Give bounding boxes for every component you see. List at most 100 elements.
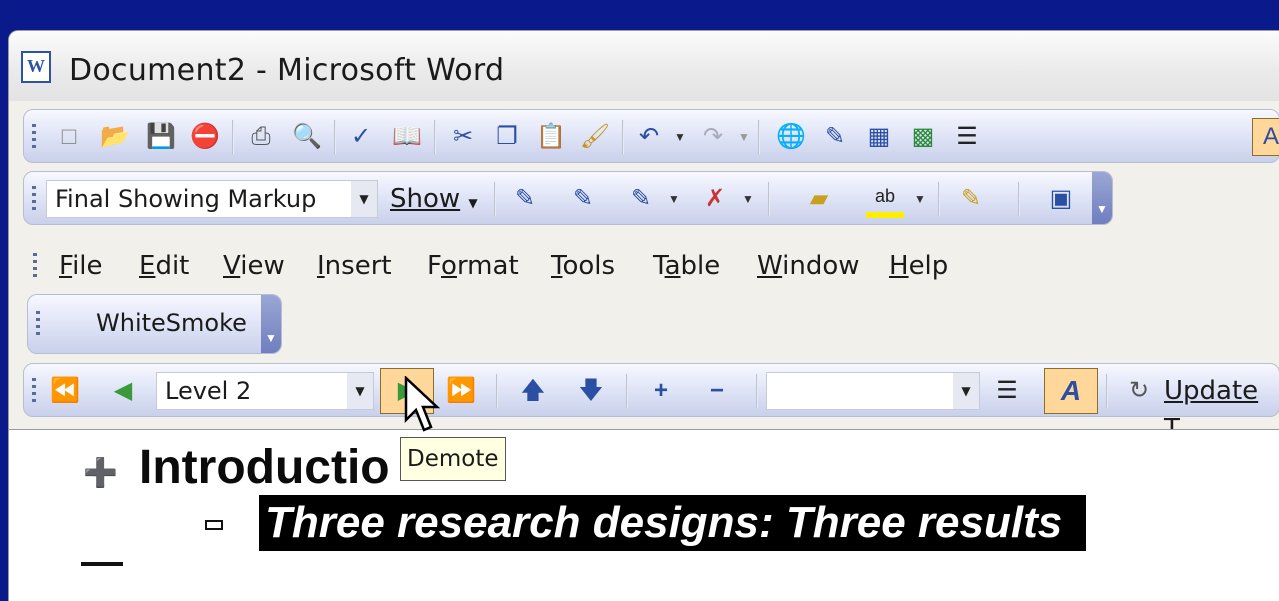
menu-format[interactable]: Format [427, 251, 519, 281]
menu-tools[interactable]: Tools [551, 251, 615, 281]
toolbar-separator [768, 182, 770, 216]
print-icon[interactable]: ⎙ [242, 118, 280, 156]
chevron-down-icon[interactable]: ▼ [347, 373, 373, 409]
chevron-down-icon[interactable]: ▼ [351, 181, 377, 217]
menu-edit[interactable]: Edit [139, 251, 189, 281]
move-up-icon[interactable]: 🡅 [514, 372, 552, 410]
menu-bar: File Edit View Insert Format Tools Table… [33, 241, 1273, 291]
toolbar-separator [756, 374, 758, 408]
show-button[interactable]: Show ▼ [390, 180, 478, 218]
accept-change-icon[interactable]: ✎ [622, 180, 660, 218]
highlight-icon[interactable]: ab [866, 180, 904, 218]
show-formatting-icon[interactable]: A [1044, 368, 1098, 414]
display-for-review-combo[interactable]: Final Showing Markup ▼ [46, 180, 378, 218]
menu-grip[interactable] [33, 253, 37, 279]
outline-level-combo[interactable]: Level 2 ▼ [156, 372, 374, 410]
highlight-dropdown-icon[interactable]: ▼ [914, 192, 926, 206]
redo-dropdown-icon[interactable]: ▼ [738, 130, 750, 144]
promote-to-heading-icon[interactable]: ⏪ [46, 372, 84, 410]
new-comment-icon[interactable]: ▰ [800, 180, 838, 218]
promote-icon[interactable]: ◀ [104, 372, 142, 410]
format-painter-icon[interactable]: 🖌 [576, 118, 614, 156]
next-change-icon[interactable]: ✎ [564, 180, 602, 218]
collapse-icon[interactable]: − [698, 372, 736, 410]
menu-view[interactable]: View [223, 251, 285, 281]
style-toolbar-label[interactable]: WhiteSmoke [96, 309, 247, 337]
update-toc-icon[interactable]: ↻ [1120, 372, 1158, 410]
style-toolbar: WhiteSmoke ▼ [27, 294, 282, 354]
research-icon[interactable]: 📖 [388, 118, 426, 156]
demote-tooltip: Demote [400, 437, 506, 481]
hyperlink-icon[interactable]: 🌐 [772, 118, 810, 156]
drawing-icon[interactable]: A [1252, 118, 1279, 156]
toolbar-options-icon[interactable]: ▼ [261, 295, 281, 353]
toolbar-separator [434, 120, 436, 154]
toolbar-grip[interactable] [36, 311, 40, 337]
toolbar-separator [494, 182, 496, 216]
word-app-icon[interactable]: W [21, 51, 51, 83]
menu-insert[interactable]: Insert [317, 251, 392, 281]
chevron-down-icon[interactable]: ▼ [953, 373, 979, 409]
show-level-combo[interactable]: ▼ [766, 372, 980, 410]
menu-table[interactable]: Table [653, 251, 720, 281]
menu-help[interactable]: Help [889, 251, 948, 281]
outline-body-marker [81, 562, 123, 566]
display-for-review-value: Final Showing Markup [55, 185, 317, 213]
toolbar-separator [334, 120, 336, 154]
show-label: Show [390, 184, 461, 214]
reject-dropdown-icon[interactable]: ▼ [742, 192, 754, 206]
window-title: Document2 - Microsoft Word [69, 53, 505, 88]
save-icon[interactable]: 💾 [142, 118, 180, 156]
tables-borders-icon[interactable]: ✎ [816, 118, 854, 156]
expand-icon[interactable]: + [642, 372, 680, 410]
insert-excel-icon[interactable]: ▩ [904, 118, 942, 156]
toolbar-separator [1018, 182, 1020, 216]
menu-window[interactable]: Window [757, 251, 860, 281]
previous-change-icon[interactable]: ✎ [506, 180, 544, 218]
toolbar-separator [622, 120, 624, 154]
cut-icon[interactable]: ✂ [444, 118, 482, 156]
permission-icon[interactable]: ⛔ [186, 118, 224, 156]
toolbar-separator [232, 120, 234, 154]
update-toc-button[interactable]: Update T [1164, 372, 1279, 444]
reviewing-pane-icon[interactable]: ▣ [1042, 180, 1080, 218]
open-icon[interactable]: 📂 [96, 118, 134, 156]
mouse-pointer-icon [404, 376, 441, 432]
document-area[interactable]: ➕ Introductio Three research designs: Th… [9, 429, 1279, 601]
undo-icon[interactable]: ↶ [630, 118, 668, 156]
reviewing-toolbar: Final Showing Markup ▼ Show ▼ ✎ ✎ ✎ ▼ ✗ … [23, 171, 1113, 225]
chevron-down-icon: ▼ [468, 196, 478, 210]
demote-to-body-text-icon[interactable]: ⏩ [442, 372, 480, 410]
selected-outline-heading-2[interactable]: Three research designs: Three results [259, 495, 1087, 551]
redo-icon[interactable]: ↷ [694, 118, 732, 156]
standard-toolbar: □ 📂 💾 ⛔ ⎙ 🔍 ✓ 📖 ✂ ❐ 📋 🖌 ↶ ▼ ↷ ▼ 🌐 ✎ ▦ ▩ … [23, 109, 1279, 163]
outlining-toolbar: ⏪ ◀ Level 2 ▼ ▶ ⏩ 🡅 🡇 + − ▼ ☰ A ↻ Update… [23, 363, 1279, 444]
show-first-line-only-icon[interactable]: ☰ [988, 372, 1026, 410]
paste-icon[interactable]: 📋 [532, 118, 570, 156]
toolbar-grip[interactable] [32, 124, 36, 150]
outline-heading-1[interactable]: Introductio [139, 440, 390, 495]
toolbar-grip[interactable] [32, 186, 36, 212]
copy-icon[interactable]: ❐ [488, 118, 526, 156]
toolbar-separator [1106, 374, 1108, 408]
toolbar-separator [938, 182, 940, 216]
toolbar-grip[interactable] [32, 378, 36, 404]
title-bar[interactable]: W Document2 - Microsoft Word [9, 31, 1279, 101]
columns-icon[interactable]: ☰ [948, 118, 986, 156]
outline-expand-symbol-icon[interactable]: ➕ [83, 456, 118, 489]
spelling-icon[interactable]: ✓ [342, 118, 380, 156]
track-changes-icon[interactable]: ✎ [952, 180, 990, 218]
reject-change-icon[interactable]: ✗ [696, 180, 734, 218]
toolbar-separator [626, 374, 628, 408]
toolbar-separator [758, 120, 760, 154]
toolbar-options-icon[interactable]: ▼ [1092, 172, 1112, 224]
outline-collapse-symbol-icon[interactable] [205, 520, 223, 530]
move-down-icon[interactable]: 🡇 [572, 372, 610, 410]
undo-dropdown-icon[interactable]: ▼ [674, 130, 686, 144]
toolbar-separator [496, 374, 498, 408]
menu-file[interactable]: File [59, 251, 103, 281]
insert-table-icon[interactable]: ▦ [860, 118, 898, 156]
print-preview-icon[interactable]: 🔍 [288, 118, 326, 156]
new-icon[interactable]: □ [50, 118, 88, 156]
accept-dropdown-icon[interactable]: ▼ [668, 192, 680, 206]
